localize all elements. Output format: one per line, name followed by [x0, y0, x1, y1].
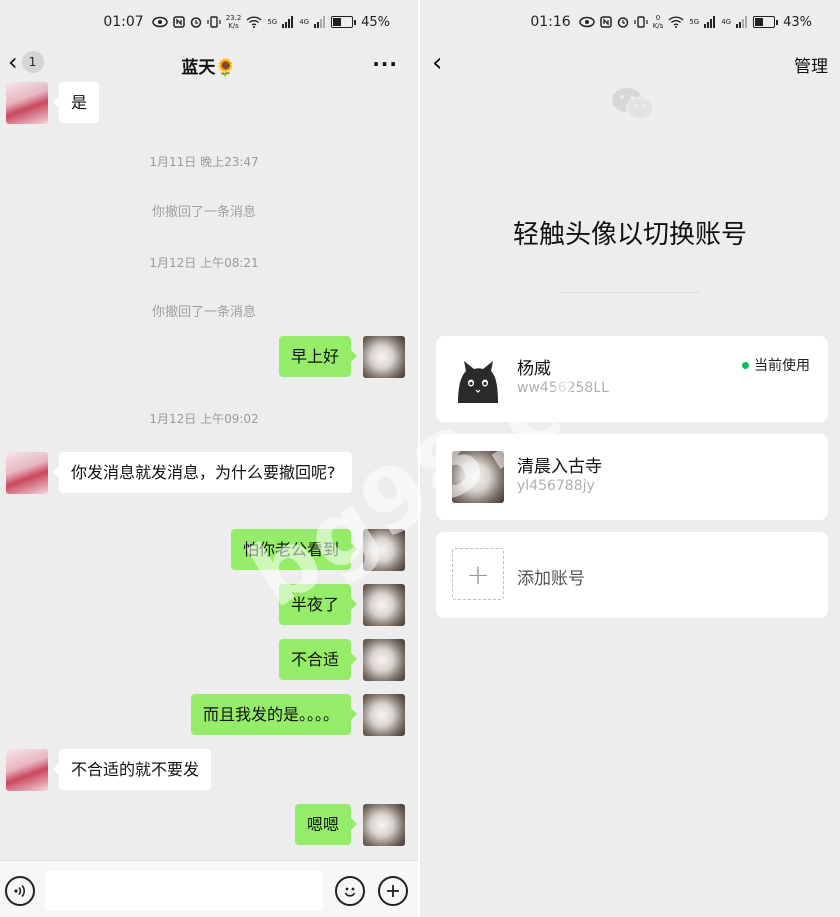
contact-avatar[interactable] — [6, 82, 48, 124]
message-outgoing[interactable]: 早上好 — [278, 336, 358, 377]
status-bar: 01:07 23.2 K/s 5G 4G 45% — [0, 0, 418, 44]
my-avatar[interactable] — [363, 639, 405, 681]
account-name: 清晨入古寺 — [517, 457, 602, 477]
vibrate-icon — [207, 16, 221, 28]
chat-screen: 01:07 23.2 K/s 5G 4G 45% ‹ 1 蓝天🌻 ··· 是 1月… — [0, 0, 418, 917]
account-id: yl456788jy — [517, 478, 595, 494]
recall-notice: 你撤回了一条消息 — [151, 305, 256, 320]
message-outgoing[interactable]: 嗯嗯 — [294, 804, 358, 845]
add-account-plus-icon: + — [452, 548, 504, 600]
signal-icon — [282, 16, 294, 28]
alarm-icon — [190, 17, 201, 28]
signal-icon-2 — [736, 16, 748, 28]
recall-notice: 你撤回了一条消息 — [151, 205, 256, 220]
more-options-button[interactable]: ··· — [372, 52, 398, 76]
account-card[interactable]: 清晨入古寺 yl456788jy — [436, 434, 828, 520]
chevron-left-icon: ‹ — [432, 48, 443, 78]
signal-icon-2 — [314, 16, 326, 28]
net-speed-value: 23.2 — [225, 14, 242, 22]
net-speed-unit: K/s — [228, 22, 239, 30]
status-time: 01:07 — [103, 14, 144, 30]
manage-button[interactable]: 管理 — [794, 52, 828, 77]
add-account-card[interactable]: + 添加账号 — [436, 532, 828, 618]
message-timestamp: 1月12日 上午08:21 — [149, 256, 259, 270]
input-bar — [0, 860, 418, 917]
account-id: ww456258LL — [517, 380, 609, 396]
my-avatar[interactable] — [363, 336, 405, 378]
nfc-icon — [599, 16, 612, 28]
signal-label-1: 5G — [689, 18, 700, 26]
vibrate-icon — [634, 16, 648, 28]
account-card-current[interactable]: 杨威 ww456258LL 当前使用 — [436, 336, 828, 422]
message-outgoing[interactable]: 而且我发的是。。。。 — [190, 694, 358, 735]
message-timestamp: 1月11日 晚上23:47 — [149, 155, 259, 169]
alarm-icon — [617, 17, 628, 28]
signal-label-1: 5G — [267, 18, 278, 26]
account-avatar — [452, 451, 504, 503]
eye-icon — [151, 16, 168, 28]
emoji-button[interactable] — [335, 876, 365, 906]
page-title: 轻触头像以切换账号 — [512, 220, 747, 250]
my-avatar[interactable] — [363, 804, 405, 846]
message-input[interactable] — [45, 871, 323, 911]
message-incoming[interactable]: 是 — [52, 82, 100, 123]
status-time: 01:16 — [530, 14, 571, 30]
wifi-icon — [246, 16, 262, 28]
nfc-icon — [172, 16, 185, 28]
back-button[interactable]: ‹ — [432, 48, 442, 78]
wechat-logo-icon — [612, 88, 654, 120]
my-avatar[interactable] — [363, 584, 405, 626]
voice-icon — [14, 884, 25, 898]
net-speed: 0 K/s — [653, 14, 664, 30]
eye-icon — [578, 16, 595, 28]
chat-header: ‹ 1 蓝天🌻 ··· — [0, 44, 418, 84]
account-name: 杨威 — [517, 359, 551, 379]
message-outgoing[interactable]: 不合适 — [278, 639, 358, 680]
active-dot-icon — [742, 361, 749, 369]
emoji-icon — [344, 887, 356, 897]
contact-avatar[interactable] — [6, 452, 48, 494]
account-switch-screen: 01:16 0 K/s 5G 4G 43% ‹ 管理 轻触头像以切换账号 杨威 … — [420, 0, 840, 917]
voice-input-button[interactable] — [5, 876, 35, 906]
message-outgoing[interactable]: 半夜了 — [278, 584, 358, 625]
wifi-icon — [668, 16, 684, 28]
chat-title: 蓝天🌻 — [181, 58, 237, 78]
my-avatar[interactable] — [363, 529, 405, 571]
message-incoming[interactable]: 不合适的就不要发 — [52, 749, 212, 790]
status-bar: 01:16 0 K/s 5G 4G 43% — [420, 0, 840, 44]
cat-avatar — [452, 353, 504, 405]
my-avatar[interactable] — [363, 694, 405, 736]
current-account-badge: 当前使用 — [742, 355, 810, 375]
contact-avatar[interactable] — [6, 749, 48, 791]
more-functions-button[interactable] — [378, 876, 408, 906]
message-incoming[interactable]: 你发消息就发消息，为什么要撤回呢? — [53, 452, 352, 493]
signal-label-2: 4G — [721, 18, 732, 26]
message-outgoing[interactable]: 怕你老公看到 — [230, 529, 358, 570]
signal-label-2: 4G — [299, 18, 310, 26]
battery-icon — [331, 16, 357, 28]
divider — [560, 292, 700, 293]
net-speed-value: 0 — [655, 14, 661, 22]
message-timestamp: 1月12日 上午09:02 — [149, 412, 259, 426]
current-account-label: 当前使用 — [754, 358, 810, 374]
signal-icon — [704, 16, 716, 28]
plus-icon — [387, 885, 399, 897]
battery-percent: 43% — [783, 14, 812, 30]
battery-percent: 45% — [361, 14, 390, 30]
battery-icon — [753, 16, 779, 28]
net-speed-unit: K/s — [652, 22, 664, 30]
net-speed: 23.2 K/s — [226, 14, 242, 30]
add-account-label: 添加账号 — [517, 569, 585, 589]
